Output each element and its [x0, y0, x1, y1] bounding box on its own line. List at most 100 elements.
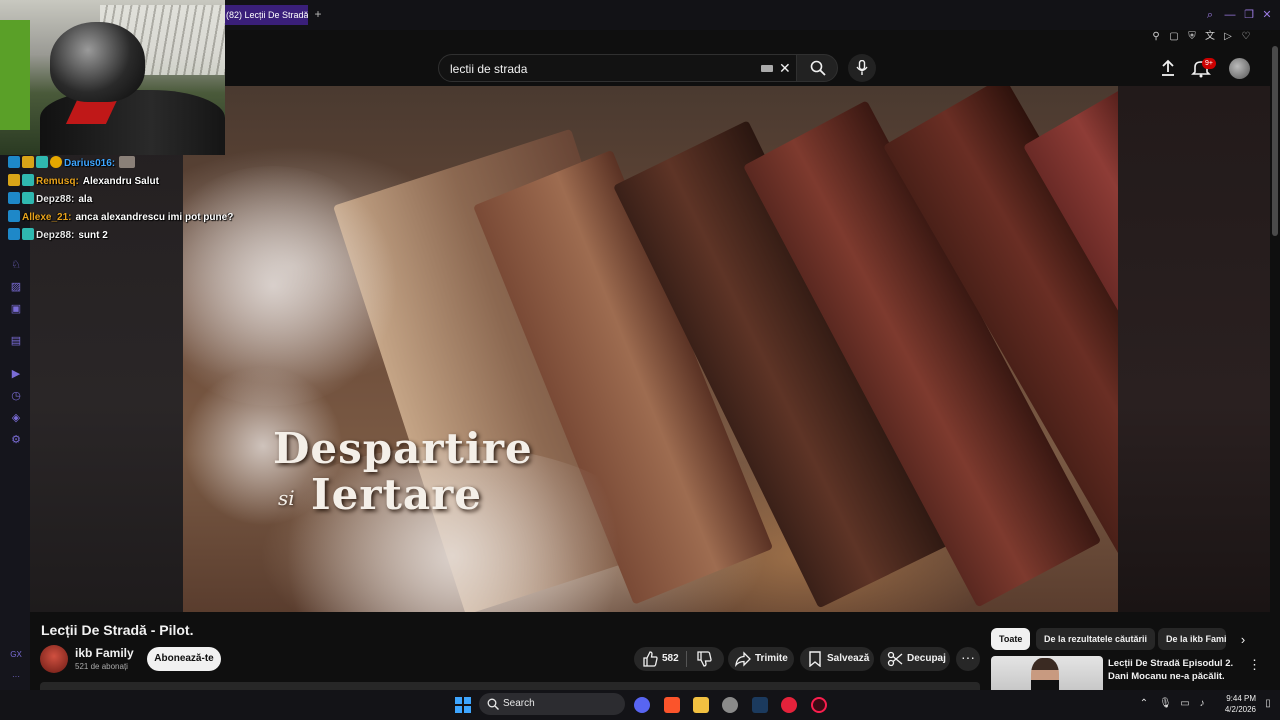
chat-text: anca alexandrescu imi pot pune?	[75, 212, 234, 223]
file-explorer-icon[interactable]	[693, 697, 709, 713]
recommendation-title[interactable]: Lecții De Stradă Episodul 2. Dani Mocanu…	[1108, 657, 1238, 683]
new-tab-button[interactable]: +	[312, 7, 324, 21]
extensions-icon[interactable]: ◈	[9, 411, 23, 425]
share-label: Trimite	[755, 653, 788, 664]
chat-message: Depz88: ala	[8, 192, 308, 210]
search-input[interactable]: lectii de strada ✕	[438, 54, 798, 82]
settings-icon[interactable]: ⚙	[9, 433, 23, 447]
taskbar-search-icon	[487, 698, 499, 710]
webcam-helmet	[50, 22, 145, 102]
chat-text: Alexandru Salut	[82, 176, 159, 187]
thumbnail-person	[1031, 658, 1059, 690]
channel-avatar[interactable]	[40, 645, 68, 673]
sidebar-more-icon[interactable]: ···	[7, 672, 25, 681]
snapshot-icon[interactable]: ▢	[1168, 30, 1180, 44]
subscribe-button[interactable]: Abonează-te	[147, 647, 221, 671]
share-button[interactable]: Trimite	[728, 647, 794, 671]
clip-button[interactable]: Decupaj	[880, 647, 950, 671]
microphone-icon	[856, 60, 868, 75]
chat-username: Remusq:	[36, 176, 79, 187]
steam-taskbar-icon[interactable]	[752, 697, 768, 713]
clock-date: 4/2/2026	[1224, 705, 1256, 714]
webcam-shop-sign	[0, 20, 30, 130]
sword-badge-icon	[8, 192, 20, 204]
video-overlay-si: si	[278, 486, 295, 510]
clear-search-icon[interactable]: ✕	[779, 60, 791, 76]
ai-icon[interactable]: ♘	[9, 258, 23, 272]
close-window-icon[interactable]: ✕	[1260, 8, 1274, 22]
gx-icon[interactable]: GX	[7, 650, 25, 659]
chip-all[interactable]: Toate	[991, 628, 1031, 650]
taskbar-search-label: Search	[503, 698, 535, 709]
dislike-icon[interactable]	[696, 651, 712, 667]
recommendation-thumbnail[interactable]	[991, 656, 1103, 690]
search-tabs-icon[interactable]: ⌕	[1203, 8, 1217, 22]
search-button[interactable]	[796, 54, 838, 82]
description-box[interactable]	[40, 682, 980, 690]
maximize-icon[interactable]: ❐	[1242, 8, 1256, 22]
notification-count-badge: 9+	[1202, 58, 1216, 69]
clock-time: 9:44 PM	[1226, 694, 1256, 703]
windows-start-icon[interactable]	[455, 697, 471, 713]
tray-volume-icon[interactable]: ♪	[1196, 698, 1208, 710]
heart-icon[interactable]: ♡	[1240, 30, 1252, 44]
app-taskbar-icon[interactable]	[781, 697, 797, 713]
discord-taskbar-icon[interactable]	[634, 697, 650, 713]
send-icon[interactable]: ▷	[1222, 30, 1234, 44]
chip-from-channel[interactable]: De la ikb Family	[1158, 628, 1226, 650]
like-count[interactable]: 582	[662, 647, 679, 671]
chip-from-search[interactable]: De la rezultatele căutării	[1036, 628, 1156, 650]
chat-text: ala	[78, 194, 93, 205]
account-avatar[interactable]	[1229, 58, 1250, 79]
chat-text: sunt 2	[78, 230, 108, 241]
keyboard-icon[interactable]	[761, 65, 773, 72]
voice-search-button[interactable]	[848, 54, 876, 82]
save-bookmark-icon	[809, 651, 821, 667]
share-icon	[735, 651, 751, 667]
opera-gx-taskbar-icon[interactable]	[811, 697, 827, 713]
discord-icon[interactable]: ▨	[9, 280, 23, 294]
search-query: lectii de strada	[450, 62, 528, 76]
obs-taskbar-icon[interactable]	[722, 697, 738, 713]
history-icon[interactable]: ◷	[9, 389, 23, 403]
scissors-icon	[887, 651, 903, 667]
translate-icon[interactable]: 文	[1204, 30, 1216, 44]
notification-center-icon[interactable]: ▯	[1262, 698, 1274, 710]
screen: (82) Lecții De Stradă + ⌕ — ❐ ✕ ⚲ ▢ ⛨ 文 …	[0, 0, 1280, 720]
taskbar-search[interactable]: Search	[479, 693, 625, 715]
subscriber-count: 521 de abonați	[75, 662, 128, 671]
twitch-icon[interactable]: ▤	[9, 334, 23, 348]
grid-badge-icon	[36, 156, 48, 168]
tray-mic-icon[interactable]: 🎙	[1159, 698, 1172, 710]
search-icon	[810, 60, 826, 76]
video-player[interactable]: Despartire si Iertare	[183, 86, 1118, 612]
tray-chevron-icon[interactable]: ⌃	[1138, 698, 1150, 710]
crown-badge-icon	[8, 174, 20, 186]
clip-label: Decupaj	[907, 653, 946, 664]
webcam-overlay	[0, 0, 225, 155]
stream-chat-overlay: Darius016: Remusq: Alexandru Salut Depz88: a…	[8, 156, 308, 246]
channel-name[interactable]: ikb Family	[75, 646, 134, 660]
pin-icon[interactable]: ⚲	[1150, 30, 1162, 44]
like-icon[interactable]	[642, 651, 658, 667]
chat-message: Darius016:	[8, 156, 308, 174]
browser-tab-active[interactable]: (82) Lecții De Stradă	[222, 5, 308, 25]
player-icon[interactable]: ▶	[9, 367, 23, 381]
save-button[interactable]: Salvează	[800, 647, 874, 671]
brave-taskbar-icon[interactable]	[664, 697, 680, 713]
chevron-right-icon[interactable]: ›	[1236, 633, 1250, 647]
recommendation-menu-icon[interactable]: ⋮	[1248, 657, 1261, 673]
minimize-icon[interactable]: —	[1223, 8, 1237, 22]
more-actions-button[interactable]: ···	[956, 647, 980, 671]
shield-icon[interactable]: ⛨	[1186, 30, 1198, 44]
chat-username: Allexe_21:	[22, 212, 72, 223]
tray-network-icon[interactable]: ▭	[1179, 698, 1191, 710]
chat-username: Darius016:	[64, 158, 116, 169]
video-overlay-title-line2: Iertare	[311, 470, 482, 519]
taskbar-clock[interactable]: 9:44 PM 4/2/2026	[1212, 693, 1256, 715]
sword-badge-icon	[8, 228, 20, 240]
upload-icon[interactable]	[1158, 58, 1178, 78]
like-divider	[686, 651, 687, 667]
page-scrollbar[interactable]	[1272, 46, 1278, 236]
messenger-icon[interactable]: ▣	[9, 302, 23, 316]
